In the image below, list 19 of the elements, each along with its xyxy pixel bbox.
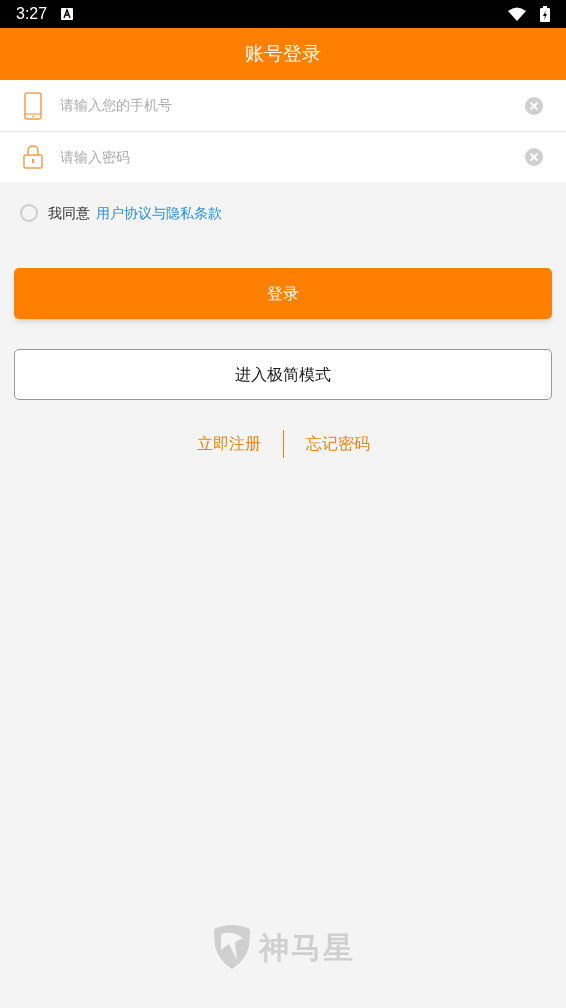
forgot-password-link[interactable]: 忘记密码 bbox=[305, 432, 370, 456]
clear-icon[interactable] bbox=[524, 147, 544, 167]
notification-icon bbox=[61, 8, 74, 20]
agree-radio[interactable] bbox=[20, 204, 38, 222]
status-time: 3:27 bbox=[16, 4, 48, 24]
agree-label: 我同意 bbox=[48, 203, 90, 223]
clear-icon[interactable] bbox=[524, 95, 544, 116]
battery-icon bbox=[540, 6, 550, 22]
register-link[interactable]: 立即注册 bbox=[196, 432, 261, 456]
phone-icon bbox=[24, 91, 42, 120]
shield-logo-icon bbox=[211, 924, 253, 970]
phone-field[interactable]: 请输入您的手机号 bbox=[60, 95, 508, 116]
login-button[interactable]: 登录 bbox=[14, 268, 552, 319]
password-field[interactable]: 请输入密码 bbox=[60, 146, 508, 168]
page-title: 账号登录 bbox=[245, 41, 321, 66]
simple-mode-button[interactable]: 进入极简模式 bbox=[14, 349, 552, 400]
terms-link[interactable]: 用户协议与隐私条款 bbox=[96, 202, 222, 224]
lock-icon bbox=[23, 145, 43, 169]
wifi-icon bbox=[508, 7, 526, 21]
